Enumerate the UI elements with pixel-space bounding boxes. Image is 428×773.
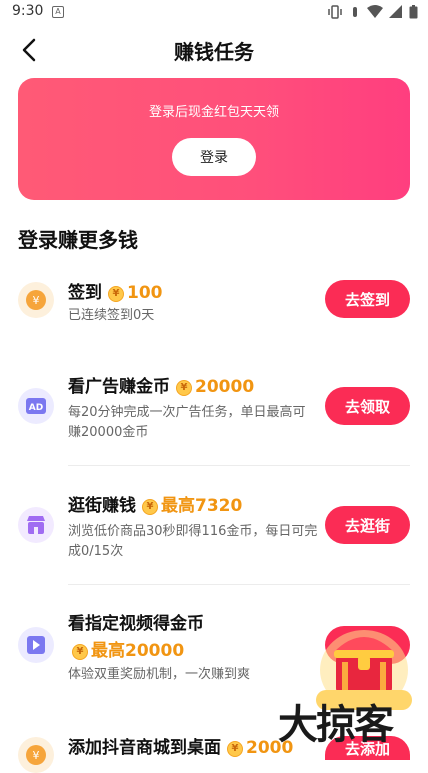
notification-icon: A xyxy=(52,6,64,18)
battery-icon xyxy=(409,4,418,23)
coin-icon: ¥ xyxy=(176,380,192,396)
task-title-text: 看广告赚金币 xyxy=(68,377,170,397)
coin-icon: ¥ xyxy=(108,286,124,302)
task-title: 添加抖音商城到桌面 ¥2000 xyxy=(68,733,293,758)
task-title: 逛街赚钱 ¥ 最高7320 xyxy=(68,491,242,516)
watermark-logo: 大掠客 xyxy=(278,701,394,748)
divider xyxy=(68,465,410,466)
status-bar: 9:30 A xyxy=(0,0,428,24)
coin-icon: ¥ xyxy=(142,499,158,515)
banner-text: 登录后现金红包天天领 xyxy=(148,105,279,120)
vibrate-icon xyxy=(327,4,343,23)
task-desc: 已连续签到0天 xyxy=(68,308,155,323)
task-reward-row: ¥ 最高20000 xyxy=(68,636,184,661)
task-desc: 浏览低价商品30秒即得116金币，每日可完成0/15次 xyxy=(68,524,318,559)
task-reward: 100 xyxy=(127,283,163,303)
shop-icon xyxy=(18,507,54,543)
task-reward: 最高7320 xyxy=(161,496,243,516)
task-title: 签到 ¥100 xyxy=(68,278,163,303)
divider xyxy=(68,584,410,585)
cell-signal-icon xyxy=(389,4,403,23)
login-button[interactable]: 登录 xyxy=(172,138,256,176)
yuan-coin-icon: ¥ xyxy=(18,737,54,773)
wifi-icon xyxy=(367,4,383,23)
section-title: 登录赚更多钱 xyxy=(18,228,138,252)
coin-icon: ¥ xyxy=(227,741,243,757)
yuan-coin-icon: ¥ xyxy=(18,282,54,318)
svg-text:¥: ¥ xyxy=(33,294,40,307)
signal-dot-icon xyxy=(349,4,361,23)
signin-button[interactable]: 去签到 xyxy=(325,280,410,318)
svg-text:AD: AD xyxy=(29,403,43,413)
nav-bar: 赚钱任务 xyxy=(0,24,428,74)
task-title: 看指定视频得金币 xyxy=(68,614,204,634)
svg-text:¥: ¥ xyxy=(33,749,40,762)
login-banner: 登录后现金红包天天领 登录 xyxy=(18,78,410,200)
shop-button[interactable]: 去逛街 xyxy=(325,506,410,544)
task-title-text: 逛街赚钱 xyxy=(68,496,136,516)
task-title: 看广告赚金币 ¥20000 xyxy=(68,372,254,397)
task-reward: 20000 xyxy=(195,377,255,397)
task-title-text: 签到 xyxy=(68,283,102,303)
task-title-text: 添加抖音商城到桌面 xyxy=(68,738,221,758)
video-icon xyxy=(18,627,54,663)
page-title: 赚钱任务 xyxy=(174,40,254,64)
ad-icon: AD xyxy=(18,388,54,424)
task-desc: 体验双重奖励机制，一次赚到爽 xyxy=(68,667,251,682)
coin-icon: ¥ xyxy=(72,644,88,660)
status-icons xyxy=(327,4,418,23)
status-time: 9:30 xyxy=(12,3,44,19)
claim-button[interactable]: 去领取 xyxy=(325,387,410,425)
task-reward: 最高20000 xyxy=(91,641,185,661)
task-desc: 每20分钟完成一次广告任务，单日最高可赚20000金币 xyxy=(68,405,306,440)
